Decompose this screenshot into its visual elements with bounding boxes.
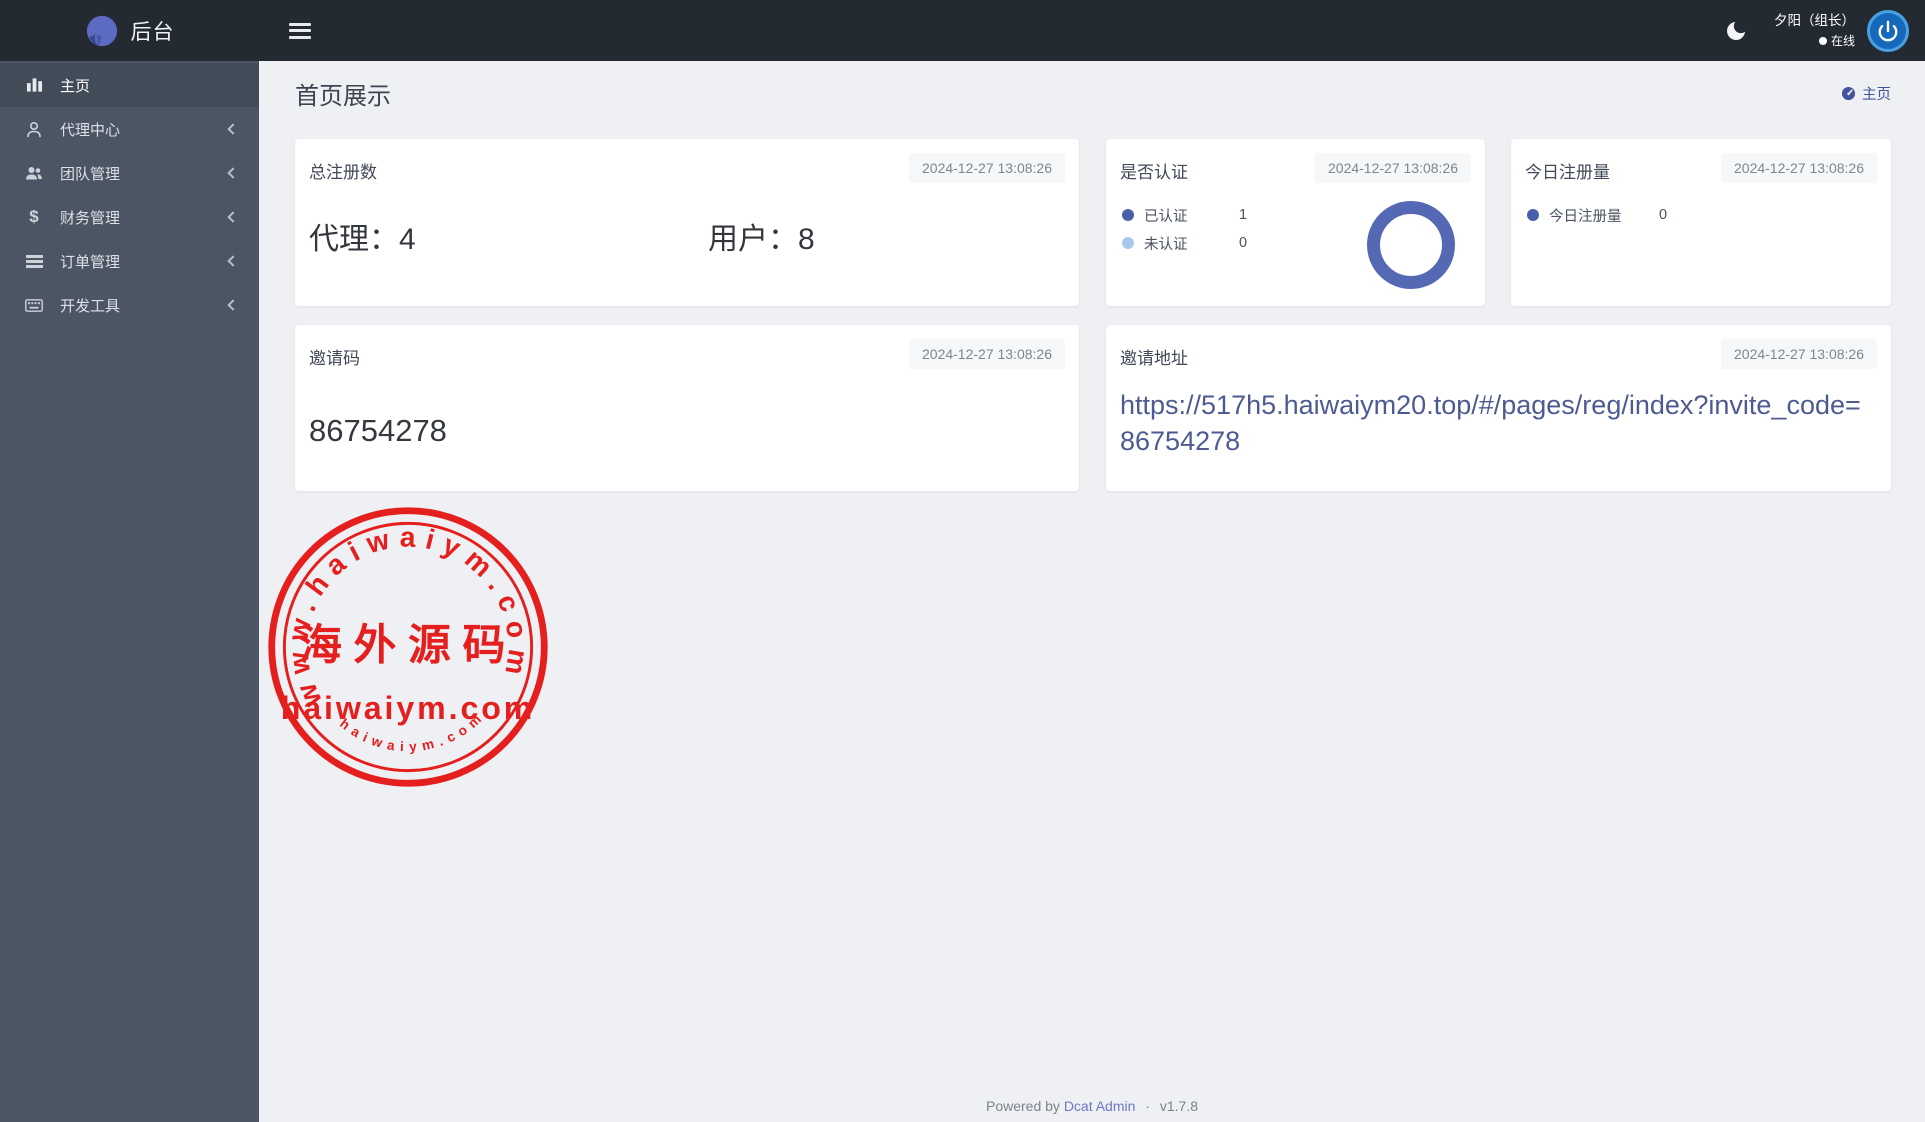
card-title: 邀请码 bbox=[309, 349, 360, 368]
card-title: 今日注册量 bbox=[1525, 163, 1610, 182]
svg-text:www.haiwaiym.com: www.haiwaiym.com bbox=[281, 520, 535, 712]
legend-dot-icon bbox=[1527, 209, 1539, 221]
list-icon bbox=[24, 252, 44, 270]
moon-icon[interactable] bbox=[1716, 11, 1756, 51]
sidebar-item-label: 主页 bbox=[60, 77, 91, 95]
card-title: 总注册数 bbox=[309, 163, 377, 182]
bar-chart-icon bbox=[24, 76, 44, 94]
dollar-icon: $ bbox=[29, 207, 39, 226]
brand[interactable]: 后台 bbox=[0, 0, 259, 61]
keyboard-icon bbox=[24, 296, 44, 314]
sidebar-item-team[interactable]: 团队管理 bbox=[0, 151, 259, 195]
verification-donut-chart bbox=[1367, 201, 1455, 289]
invite-code-value: 86754278 bbox=[309, 413, 447, 448]
timestamp-badge: 2024-12-27 13:08:26 bbox=[1721, 339, 1877, 369]
sidebar-item-label: 开发工具 bbox=[60, 297, 121, 315]
watermark-center-text: 海外源码 bbox=[299, 622, 517, 670]
legend-item: 未认证 0 bbox=[1122, 229, 1247, 257]
sidebar-item-devtools[interactable]: 开发工具 bbox=[0, 283, 259, 327]
card-total-registrations: 总注册数 2024-12-27 13:08:26 代理：4 用户：8 bbox=[295, 139, 1079, 306]
footer-powered-by: Powered by bbox=[985, 1098, 1060, 1114]
chevron-left-icon bbox=[227, 123, 239, 135]
power-icon bbox=[1878, 20, 1898, 41]
users-metric: 用户：8 bbox=[708, 223, 815, 256]
chevron-left-icon bbox=[227, 299, 239, 311]
card-invite-url: 邀请地址 2024-12-27 13:08:26 https://517h5.h… bbox=[1106, 325, 1891, 491]
sidebar: 主页 代理中心 团队管理 $ 财务管理 订单管理 开发工具 bbox=[0, 61, 259, 1122]
page-title: 首页展示 bbox=[295, 82, 391, 110]
card-invite-code: 邀请码 2024-12-27 13:08:26 86754278 bbox=[295, 325, 1079, 491]
user-icon bbox=[24, 120, 44, 138]
invite-url-link[interactable]: https://517h5.haiwaiym20.top/#/pages/reg… bbox=[1120, 387, 1871, 459]
chevron-left-icon bbox=[227, 167, 239, 179]
dcat-admin-link[interactable]: Dcat Admin bbox=[1064, 1098, 1136, 1114]
topbar: 后台 夕阳（组长） 在线 bbox=[0, 0, 1925, 61]
sidebar-item-orders[interactable]: 订单管理 bbox=[0, 239, 259, 283]
timestamp-badge: 2024-12-27 13:08:26 bbox=[1721, 153, 1877, 183]
timestamp-badge: 2024-12-27 13:08:26 bbox=[1315, 153, 1471, 183]
breadcrumb-label: 主页 bbox=[1862, 86, 1891, 103]
card-title: 是否认证 bbox=[1120, 163, 1188, 182]
chevron-left-icon bbox=[227, 255, 239, 267]
card-verification: 是否认证 2024-12-27 13:08:26 已认证 1 未认证 0 bbox=[1106, 139, 1485, 306]
legend-item: 已认证 1 bbox=[1122, 201, 1247, 229]
sidebar-item-home[interactable]: 主页 bbox=[0, 63, 259, 107]
sidebar-item-label: 代理中心 bbox=[60, 121, 121, 139]
gauge-icon bbox=[1841, 86, 1856, 100]
watermark-main-text: haiwaiym.com bbox=[281, 690, 536, 726]
footer: Powered by Dcat Admin · v1.7.8 bbox=[259, 1098, 1925, 1114]
user-name: 夕阳（组长） bbox=[1774, 13, 1855, 29]
sidebar-item-label: 财务管理 bbox=[60, 209, 121, 227]
sidebar-item-finance[interactable]: $ 财务管理 bbox=[0, 195, 259, 239]
footer-version: v1.7.8 bbox=[1159, 1098, 1198, 1114]
brand-title: 后台 bbox=[130, 20, 175, 44]
agents-metric: 代理：4 bbox=[309, 223, 416, 256]
user-status-label: 在线 bbox=[1830, 33, 1855, 48]
footer-separator: · bbox=[1145, 1098, 1150, 1114]
main-content: 首页展示 主页 总注册数 2024-12-27 13:08:26 代理：4 用户… bbox=[259, 61, 1925, 1122]
breadcrumb[interactable]: 主页 bbox=[1841, 83, 1891, 104]
timestamp-badge: 2024-12-27 13:08:26 bbox=[909, 153, 1065, 183]
svg-text:haiwaiym.com: haiwaiym.com bbox=[337, 708, 488, 755]
brand-logo-icon bbox=[86, 15, 117, 46]
sidebar-item-agent-center[interactable]: 代理中心 bbox=[0, 107, 259, 151]
hamburger-icon[interactable] bbox=[289, 22, 311, 39]
sidebar-item-label: 团队管理 bbox=[60, 165, 121, 183]
watermark-stamp: www.haiwaiym.com 海外源码 haiwaiym.com haiwa… bbox=[268, 507, 548, 787]
users-icon bbox=[24, 164, 44, 182]
legend-dot-icon bbox=[1122, 209, 1134, 221]
card-today-registrations: 今日注册量 2024-12-27 13:08:26 今日注册量 0 bbox=[1511, 139, 1891, 306]
user-menu[interactable]: 夕阳（组长） 在线 bbox=[1774, 11, 1855, 49]
chevron-left-icon bbox=[227, 211, 239, 223]
avatar[interactable] bbox=[1867, 9, 1909, 52]
legend-item: 今日注册量 0 bbox=[1527, 201, 1667, 229]
watermark-arc-top: www.haiwaiym.com bbox=[281, 520, 527, 712]
card-title: 邀请地址 bbox=[1120, 349, 1188, 368]
sidebar-item-label: 订单管理 bbox=[60, 253, 121, 271]
online-dot-icon bbox=[1818, 36, 1827, 45]
timestamp-badge: 2024-12-27 13:08:26 bbox=[909, 339, 1065, 369]
legend-dot-icon bbox=[1122, 237, 1134, 249]
watermark-arc-bottom: haiwaiym.com bbox=[337, 708, 483, 755]
